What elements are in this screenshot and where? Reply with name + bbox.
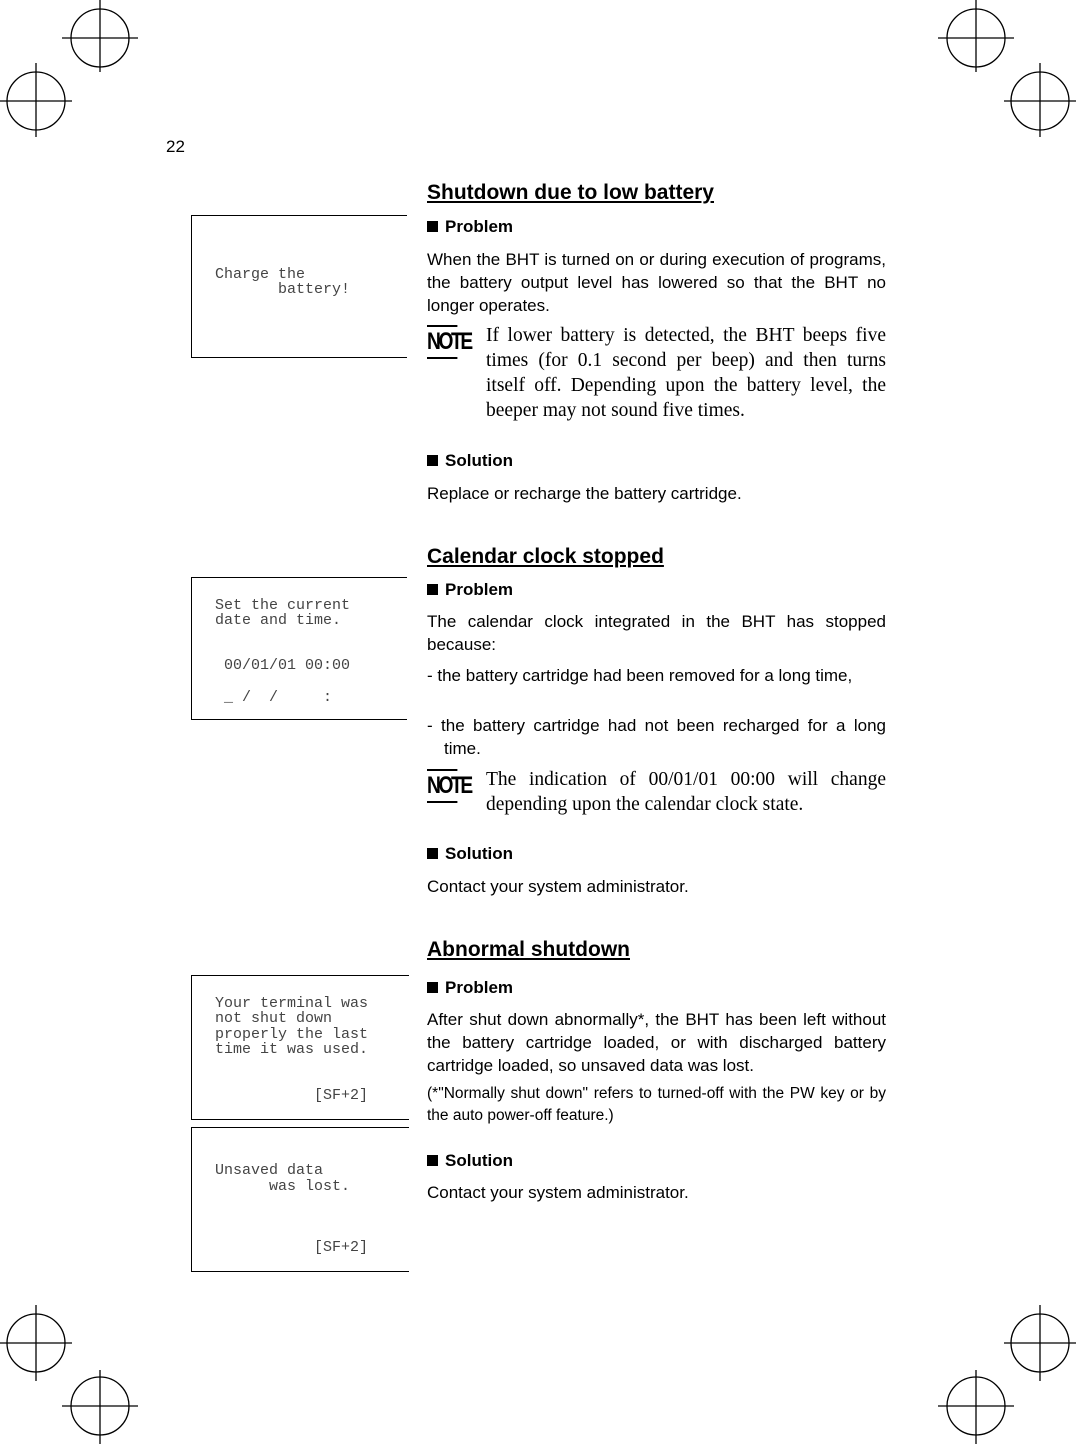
screen-line: [SF+2] [215,1087,369,1104]
solution-text: Replace or recharge the battery cartridg… [427,484,742,503]
section-title: Calendar clock stopped [427,545,664,568]
note-text: The indication of 00/01/01 00:00 will ch… [486,769,886,815]
terminal-screen: Your terminal was not shut down properly… [191,975,409,1120]
screen-line: battery! [215,281,351,298]
screen-line: _ / / : [215,689,333,706]
list-item: - the battery cartridge had been removed… [427,666,853,685]
registration-mark-icon [1004,1305,1076,1381]
screen-line: 00/01/01 00:00 [215,657,351,674]
registration-mark-icon [1004,63,1076,137]
screen-line: was lost. [215,1178,351,1195]
registration-mark-icon [62,0,138,72]
page-number: 22 [166,137,185,156]
note-icon: NOTE [427,325,473,359]
screen-line: Unsaved data [215,1162,324,1179]
screen-line: [SF+2] [215,1239,369,1256]
registration-mark-icon [0,1305,72,1381]
terminal-screen: Charge the battery! [191,215,407,358]
registration-mark-icon [938,0,1014,72]
screen-line: date and time. [215,612,342,629]
section-title: Abnormal shutdown [427,938,630,961]
footnote-text: (*"Normally shut down" refers to turned-… [427,1085,886,1124]
terminal-screen: Unsaved data was lost. [SF+2] [191,1127,409,1272]
section-title: Shutdown due to low battery [427,181,714,204]
manual-page: 22 Shutdown due to low battery Problem W… [0,0,1076,1444]
problem-text: When the BHT is turned on or during exec… [427,250,886,315]
solution-heading: Solution [427,844,513,864]
solution-text: Contact your system administrator. [427,1183,689,1202]
solution-text: Contact your system administrator. [427,877,689,896]
list-item: - the battery cartridge had not been rec… [427,716,886,758]
note-icon: NOTE [427,769,473,803]
problem-heading: Problem [427,580,513,600]
problem-heading: Problem [427,217,513,237]
problem-heading: Problem [427,978,513,998]
screen-line: not shut down [215,1010,333,1027]
problem-text: The calendar clock integrated in the BHT… [427,612,886,654]
registration-mark-icon [62,1370,138,1444]
problem-text: After shut down abnormally*, the BHT has… [427,1010,886,1075]
solution-heading: Solution [427,1151,513,1171]
note-block: NOTE If lower battery is detected, the B… [427,323,886,423]
registration-mark-icon [0,63,72,137]
screen-line: time it was used. [215,1041,369,1058]
registration-mark-icon [938,1370,1014,1444]
solution-heading: Solution [427,451,513,471]
note-text: If lower battery is detected, the BHT be… [486,325,886,421]
terminal-screen: Set the current date and time. 00/01/01 … [191,577,407,720]
note-block: NOTE The indication of 00/01/01 00:00 wi… [427,767,886,817]
